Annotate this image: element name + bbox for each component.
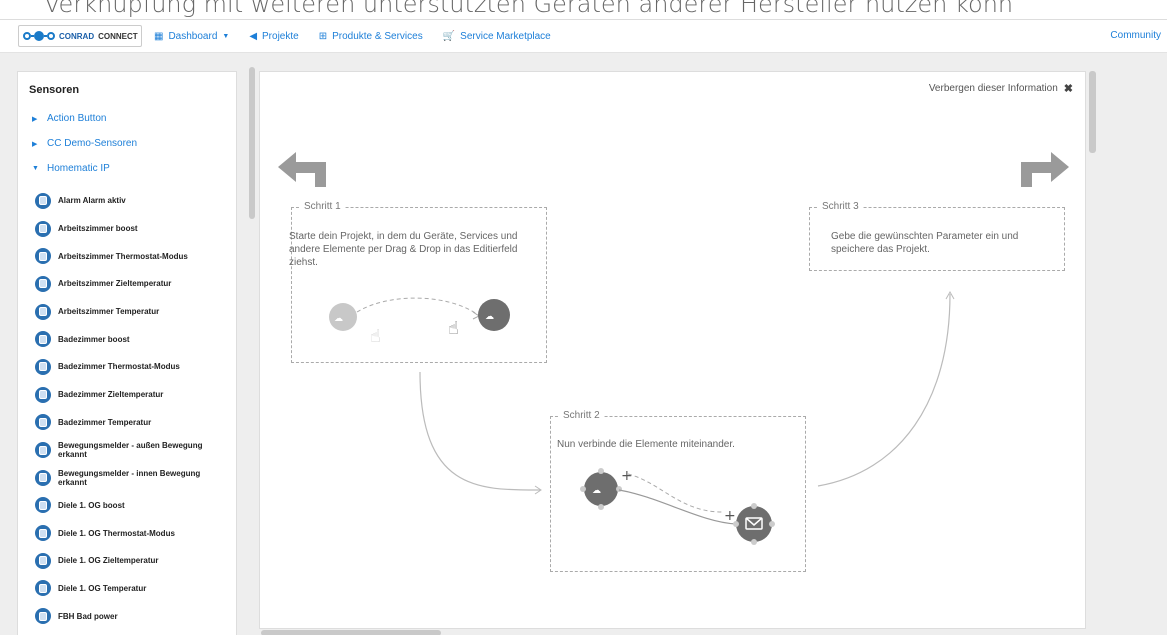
sensor-item[interactable]: Alarm Alarm aktiv xyxy=(18,187,236,215)
sensor-label: Arbeitszimmer Thermostat-Modus xyxy=(58,251,188,261)
sensor-sidebar: Sensoren ▶ Action Button ▶ CC Demo-Senso… xyxy=(17,71,237,635)
brand-part1: CONRAD xyxy=(59,31,95,41)
device-icon xyxy=(35,303,51,320)
sensor-label: Arbeitszimmer Zieltemperatur xyxy=(58,279,172,289)
sensor-item[interactable]: Diele 1. OG boost xyxy=(18,492,236,520)
category-label: CC Demo-Sensoren xyxy=(47,138,138,149)
device-icon xyxy=(35,248,51,265)
sensor-item[interactable]: Arbeitszimmer boost xyxy=(18,215,236,243)
sensor-label: Diele 1. OG boost xyxy=(58,500,125,510)
horizontal-scrollbar[interactable] xyxy=(261,630,441,635)
workspace: Sensoren ▶ Action Button ▶ CC Demo-Senso… xyxy=(0,53,1167,635)
sensor-item[interactable]: Bewegungsmelder - innen Bewegung erkannt xyxy=(18,464,236,492)
connector-step1-step2 xyxy=(419,371,541,491)
plus-square-icon: ⊞ xyxy=(318,30,328,42)
category-label: Action Button xyxy=(47,113,107,124)
step-1-title: Schritt 1 xyxy=(300,201,345,212)
device-icon xyxy=(35,469,51,486)
device-icon xyxy=(35,331,51,348)
sidebar-resize-handle[interactable] xyxy=(249,67,255,219)
brand-part2: CONNECT xyxy=(98,31,138,41)
sensor-item[interactable]: Diele 1. OG Thermostat-Modus xyxy=(18,519,236,547)
device-icon xyxy=(35,525,51,542)
nav-produkte-label: Produkte & Services xyxy=(332,30,423,42)
step-3-title: Schritt 3 xyxy=(818,201,863,212)
main-nav: ▦ Dashboard ▼ ◀ Projekte ⊞ Produkte & Se… xyxy=(154,31,571,42)
sensor-item[interactable]: Bewegungsmelder - außen Bewegung erkannt xyxy=(18,436,236,464)
sensor-label: Diele 1. OG Thermostat-Modus xyxy=(58,528,175,538)
top-navbar: CONRAD CONNECT ▦ Dashboard ▼ ◀ Projekte … xyxy=(0,19,1167,53)
device-icon xyxy=(35,497,51,514)
sensor-item[interactable]: Diele 1. OG Zieltemperatur xyxy=(18,547,236,575)
sensor-item[interactable]: FBH Bad power xyxy=(18,602,236,630)
sensor-item[interactable]: Badezimmer Temperatur xyxy=(18,409,236,437)
device-icon xyxy=(35,275,51,292)
vertical-scrollbar[interactable] xyxy=(1089,71,1096,153)
device-icon xyxy=(35,608,51,625)
sidebar-title: Sensoren xyxy=(29,84,80,96)
nav-produkte[interactable]: ⊞ Produkte & Services xyxy=(319,31,423,42)
sensor-label: Diele 1. OG Temperatur xyxy=(58,583,147,593)
sensor-label: Badezimmer Zieltemperatur xyxy=(58,390,164,400)
category-action-button[interactable]: ▶ Action Button xyxy=(18,106,236,131)
cart-icon: 🛒 xyxy=(442,30,456,42)
sensor-item[interactable]: Arbeitszimmer Thermostat-Modus xyxy=(18,242,236,270)
step-3-text: Gebe die gewünschten Parameter ein und s… xyxy=(831,231,1019,255)
nav-dashboard[interactable]: ▦ Dashboard ▼ xyxy=(154,31,229,42)
step-1-text: Starte dein Projekt, in dem du Geräte, S… xyxy=(289,231,518,268)
connector-step2-step3 xyxy=(817,293,951,487)
sensor-label: Badezimmer Temperatur xyxy=(58,417,152,427)
sensor-label: Alarm Alarm aktiv xyxy=(58,196,126,206)
sensor-item[interactable]: Arbeitszimmer Temperatur xyxy=(18,298,236,326)
caret-right-icon: ▶ xyxy=(32,115,38,123)
info-panel: Verbergen dieser Information ✖ ☁ ☝ ☝ ☁ ☁… xyxy=(259,71,1086,629)
logo-icon xyxy=(23,31,55,41)
nav-marketplace-label: Service Marketplace xyxy=(460,30,551,42)
sensor-label: Badezimmer boost xyxy=(58,334,130,344)
step-2-title: Schritt 2 xyxy=(559,410,604,421)
sensor-label: Badezimmer Thermostat-Modus xyxy=(58,362,180,372)
sensor-label: Diele 1. OG Zieltemperatur xyxy=(58,556,159,566)
sensor-label: FBH Bad power xyxy=(58,611,118,621)
step-2-text: Nun verbinde die Elemente miteinander. xyxy=(557,439,735,450)
arrow-turn-right-icon xyxy=(1021,152,1069,187)
sensor-item[interactable]: Badezimmer Zieltemperatur xyxy=(18,381,236,409)
conrad-connect-logo[interactable]: CONRAD CONNECT xyxy=(18,25,142,47)
sensor-label: Bewegungsmelder - außen Bewegung erkannt xyxy=(58,441,203,460)
device-icon xyxy=(35,192,51,209)
device-icon xyxy=(35,580,51,597)
device-icon xyxy=(35,358,51,375)
nav-marketplace[interactable]: 🛒 Service Marketplace xyxy=(443,31,551,42)
arrow-turn-left-icon xyxy=(278,152,326,187)
caret-down-icon: ▼ xyxy=(222,32,230,40)
nav-projekte-label: Projekte xyxy=(262,30,299,42)
nav-dashboard-label: Dashboard xyxy=(168,30,218,42)
caption-text: Verknüpfung mit weiteren unterstützten G… xyxy=(0,0,1167,17)
device-icon xyxy=(35,552,51,569)
sensor-item[interactable]: Badezimmer Thermostat-Modus xyxy=(18,353,236,381)
device-icon xyxy=(35,414,51,431)
sensor-label: Arbeitszimmer Temperatur xyxy=(58,307,160,317)
caret-right-icon: ▶ xyxy=(32,140,38,148)
category-homematic[interactable]: ▼ Homematic IP xyxy=(18,156,236,181)
step-2-box: Schritt 2 Nun verbinde die Elemente mite… xyxy=(550,410,806,572)
sensor-item[interactable]: Arbeitszimmer Zieltemperatur xyxy=(18,270,236,298)
sensor-label: Bewegungsmelder - innen Bewegung erkannt xyxy=(58,468,201,487)
category-label: Homematic IP xyxy=(47,163,110,174)
nav-community[interactable]: Community xyxy=(1110,30,1161,41)
step-3-box: Schritt 3 Gebe die gewünschten Parameter… xyxy=(809,201,1065,271)
step-1-box: Schritt 1 Starte dein Projekt, in dem du… xyxy=(289,201,547,363)
grid-icon: ▦ xyxy=(154,30,164,42)
sensor-list: Alarm Alarm aktiv Arbeitszimmer boost Ar… xyxy=(18,187,236,630)
sensor-label: Arbeitszimmer boost xyxy=(58,224,138,234)
nav-projekte[interactable]: ◀ Projekte xyxy=(249,31,298,42)
device-icon xyxy=(35,442,51,459)
sensor-item[interactable]: Badezimmer boost xyxy=(18,325,236,353)
device-icon xyxy=(35,220,51,237)
share-icon: ◀ xyxy=(249,30,258,42)
sensor-item[interactable]: Diele 1. OG Temperatur xyxy=(18,575,236,603)
category-cc-demo[interactable]: ▶ CC Demo-Sensoren xyxy=(18,131,236,156)
caret-down-icon: ▼ xyxy=(32,165,39,172)
device-icon xyxy=(35,386,51,403)
